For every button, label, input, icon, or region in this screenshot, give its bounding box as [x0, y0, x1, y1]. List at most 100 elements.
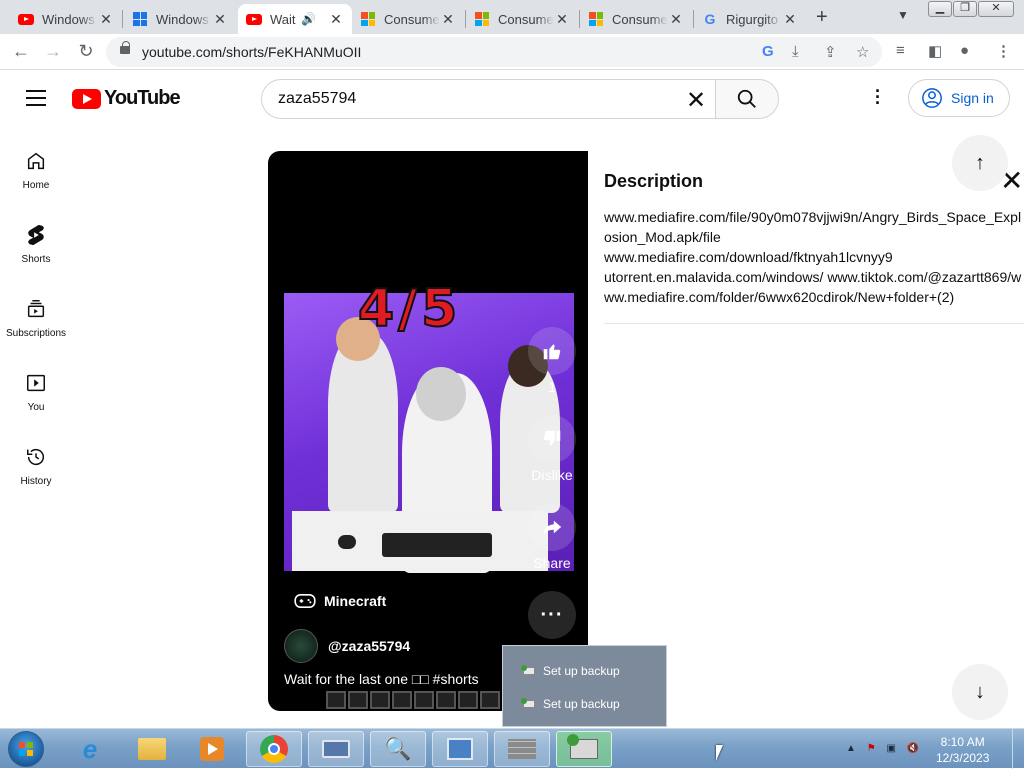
game-tag-link[interactable]: Minecraft [294, 593, 386, 609]
lock-icon[interactable] [120, 41, 130, 54]
close-tab-icon[interactable]: ✕ [554, 11, 570, 28]
more-actions-button[interactable]: ··· [528, 591, 576, 639]
minimize-window-button[interactable]: ▁ [928, 1, 952, 17]
video-keyboard [382, 533, 492, 557]
share-arrow-icon [528, 503, 576, 551]
tab-3-active[interactable]: Wait 🔊 ✕ [238, 4, 352, 34]
url-text[interactable]: youtube.com/shorts/FeKHANMuOII [142, 44, 361, 60]
search-button[interactable] [715, 79, 779, 119]
internet-explorer-icon: e [82, 733, 98, 764]
microsoft-icon [474, 11, 490, 27]
close-tab-icon[interactable]: ✕ [98, 11, 114, 28]
guide-label: Shorts [21, 254, 51, 265]
browser-menu-icon[interactable]: ⋮ [996, 42, 1011, 60]
share-button[interactable]: Share [528, 503, 576, 571]
brick-wall-icon [508, 739, 536, 759]
popup-item-backup[interactable]: Set up backup [521, 664, 620, 678]
windows-logo-icon [19, 742, 33, 756]
media-player-taskbar-button[interactable] [184, 731, 240, 767]
keyboard-app-taskbar-button[interactable] [308, 731, 364, 767]
search-query[interactable]: zaza55794 [278, 90, 356, 108]
forward-arrow-icon[interactable]: → [42, 41, 64, 62]
volume-muted-icon[interactable]: 🔇 [907, 743, 919, 754]
video-person-head [416, 367, 466, 421]
system-tray: ▲ ⚑ ▣ 🔇 [846, 743, 919, 754]
settings-menu-icon[interactable]: · · · [875, 82, 881, 112]
sign-in-button[interactable]: Sign in [908, 79, 1010, 117]
tab-7[interactable]: G Rigurgito ✕ [694, 4, 806, 34]
menu-hamburger-icon[interactable] [26, 90, 46, 106]
restore-window-button[interactable]: ❐ [953, 1, 977, 17]
next-video-button[interactable]: ↓ [952, 664, 1008, 720]
shorts-video-player[interactable]: 4/5 1 Dislike Share ··· Minecraft @zaza5… [268, 151, 588, 711]
backup-drive-icon [567, 734, 598, 759]
description-link[interactable]: utorrent.en.malavida.com/windows/ www.ti… [604, 267, 1024, 307]
windows-icon [132, 11, 148, 27]
channel-name[interactable]: @zaza55794 [328, 638, 410, 654]
backup-icon [521, 698, 537, 710]
tab-6[interactable]: Consume ✕ [580, 4, 692, 34]
guide-item-history[interactable]: History [0, 422, 72, 496]
internet-explorer-taskbar-button[interactable]: e [62, 731, 118, 767]
tab-2[interactable]: Windows ✕ [124, 4, 236, 34]
close-tab-icon[interactable]: ✕ [440, 11, 456, 28]
install-app-icon[interactable]: ⤓ [792, 43, 799, 60]
channel-link[interactable]: @zaza55794 [284, 629, 410, 663]
dislike-button[interactable]: Dislike [528, 415, 576, 483]
speaker-icon[interactable]: 🔊 [301, 12, 316, 26]
start-button[interactable] [8, 731, 44, 767]
account-icon [922, 88, 942, 108]
explorer-taskbar-button[interactable] [124, 731, 180, 767]
tab-1[interactable]: Windows ✕ [10, 4, 122, 34]
profile-avatar-icon[interactable]: ● [960, 42, 969, 59]
mouse-cursor [716, 745, 723, 761]
video-mouse [338, 535, 356, 549]
youtube-logo[interactable]: YouTube [72, 87, 181, 110]
description-link[interactable]: www.mediafire.com/file/90y0m078vjjwi9n/A… [604, 207, 1024, 247]
firewall-taskbar-button[interactable] [494, 731, 550, 767]
guide-item-shorts[interactable]: Shorts [0, 200, 72, 274]
bookmark-star-icon[interactable]: ☆ [856, 43, 869, 61]
description-link[interactable]: www.mediafire.com/download/fktnyah1lcvny… [604, 247, 1024, 267]
show-desktop-button[interactable] [1012, 729, 1024, 769]
reload-icon[interactable]: ↻ [75, 41, 97, 62]
guide-item-you[interactable]: You [0, 348, 72, 422]
channel-avatar[interactable] [284, 629, 318, 663]
show-hidden-icons-icon[interactable]: ▲ [846, 743, 856, 754]
tab-title: Wait [270, 11, 296, 27]
tab-5[interactable]: Consume ✕ [466, 4, 578, 34]
close-tab-icon[interactable]: ✕ [782, 11, 798, 28]
like-button[interactable]: 1 [528, 327, 576, 395]
previous-video-button[interactable]: ↑ [952, 135, 1008, 191]
tab-search-chevron-icon[interactable]: ▼ [897, 8, 909, 22]
share-icon[interactable]: ⇪ [824, 43, 837, 61]
chrome-taskbar-button[interactable] [246, 731, 302, 767]
google-lens-icon[interactable]: G [762, 43, 774, 60]
close-window-button[interactable]: ✕ [978, 1, 1014, 17]
popup-item-backup[interactable]: Set up backup [521, 697, 620, 711]
network-icon[interactable]: ▣ [886, 743, 895, 754]
search-app-taskbar-button[interactable]: 🔍 [370, 731, 426, 767]
system-clock[interactable]: 8:10 AM 12/3/2023 [936, 734, 989, 766]
backup-taskbar-button[interactable] [556, 731, 612, 767]
side-panel-icon[interactable]: ◧ [928, 42, 942, 60]
search-input[interactable]: zaza55794 ✕ [261, 79, 716, 119]
description-divider [604, 323, 1024, 324]
address-bar[interactable]: youtube.com/shorts/FeKHANMuOII G ⤓ ⇪ ☆ [106, 37, 882, 67]
guide-item-home[interactable]: Home [0, 126, 72, 200]
close-tab-icon[interactable]: ✕ [212, 11, 228, 28]
guide-item-subscriptions[interactable]: Subscriptions [0, 274, 72, 348]
game-tag-label: Minecraft [324, 593, 387, 609]
control-panel-taskbar-button[interactable] [432, 731, 488, 767]
media-control-icon[interactable]: ≡ [896, 42, 905, 59]
clear-search-icon[interactable]: ✕ [686, 86, 706, 115]
new-tab-button[interactable]: + [816, 6, 828, 29]
video-overlay-text: 4/5 [357, 278, 462, 340]
close-tab-icon[interactable]: ✕ [668, 11, 684, 28]
logo-text: YouTube [104, 87, 181, 109]
close-tab-icon[interactable]: ✕ [328, 11, 344, 28]
tab-4[interactable]: Consume ✕ [352, 4, 464, 34]
action-center-flag-icon[interactable]: ⚑ [867, 743, 876, 754]
back-arrow-icon[interactable]: ← [10, 41, 32, 62]
tab-title: Rigurgito [726, 11, 779, 27]
